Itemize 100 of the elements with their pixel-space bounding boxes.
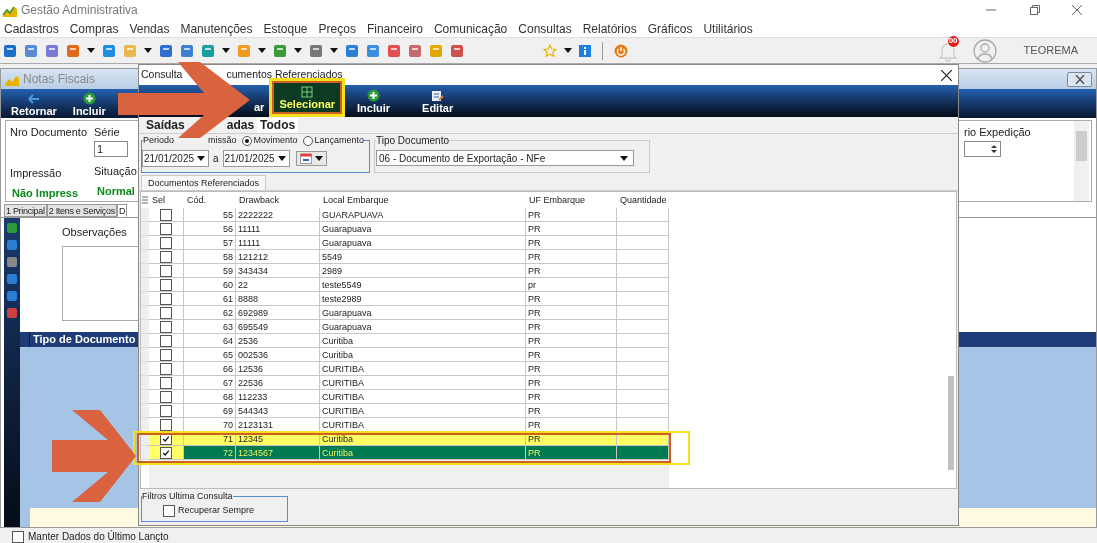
edit-icon[interactable] xyxy=(431,90,445,102)
toolbar-button[interactable]: ar xyxy=(252,101,267,114)
checkbox[interactable] xyxy=(12,530,24,543)
table-row[interactable]: 56 11111 Guarapuava PR xyxy=(141,222,669,236)
dropdown-caret-icon[interactable] xyxy=(277,156,286,161)
table-row[interactable]: 59 343434 2989 PR xyxy=(141,264,669,278)
toolbar-icon[interactable] xyxy=(6,256,18,268)
checkbox[interactable] xyxy=(160,334,172,347)
toolbar-icon[interactable] xyxy=(450,43,464,58)
checkbox[interactable] xyxy=(160,278,172,291)
toolbar-button[interactable]: Selecionar xyxy=(269,78,346,117)
checkbox[interactable] xyxy=(160,418,172,431)
checkbox[interactable] xyxy=(160,348,172,361)
checkbox[interactable] xyxy=(160,362,172,375)
toolbar-icon[interactable] xyxy=(3,43,17,58)
table-row[interactable]: 58 121212 5549 PR xyxy=(141,250,669,264)
spin-field[interactable] xyxy=(964,140,1001,157)
caret-icon[interactable] xyxy=(564,48,572,53)
menu-item[interactable]: Consultas xyxy=(518,19,572,38)
menu-item[interactable]: Gráficos xyxy=(647,19,693,38)
toolbar-icon[interactable] xyxy=(408,43,422,58)
scrollbar-thumb[interactable] xyxy=(1076,131,1087,161)
toolbar-icon[interactable] xyxy=(180,43,194,58)
tab[interactable]: 2 Itens e Serviços xyxy=(46,204,117,217)
checkbox[interactable] xyxy=(160,264,172,277)
table-row[interactable]: 64 2536 Curitiba PR xyxy=(141,334,669,348)
table-row[interactable]: 72 1234567 Curitiba PR xyxy=(141,446,669,460)
checkbox[interactable] xyxy=(160,306,172,319)
table-row[interactable]: 66 12536 CURITIBA PR xyxy=(141,362,669,376)
tab[interactable]: Documentos Referenciados xyxy=(141,175,267,190)
input-field[interactable]: 1 xyxy=(94,140,128,157)
menu-item[interactable]: Comunicação xyxy=(433,19,508,38)
table-row[interactable]: 55 2222222 GUARAPUAVA PR xyxy=(141,208,669,222)
checkbox[interactable] xyxy=(160,292,172,305)
date-field[interactable]: 21/01/2025 xyxy=(142,150,209,167)
menu-item[interactable]: Utilitários xyxy=(703,19,753,38)
select-field[interactable]: 06 - Documento de Exportação - NFe xyxy=(376,150,634,166)
menu-item[interactable]: Relatórios xyxy=(582,19,637,38)
menu-item[interactable]: Manutenções xyxy=(180,19,253,38)
toolbar-icon[interactable] xyxy=(102,43,116,58)
scrollbar-thumb[interactable] xyxy=(948,376,954,470)
scrollbar[interactable] xyxy=(1074,121,1089,201)
radio-button[interactable] xyxy=(241,135,252,146)
plus-icon[interactable] xyxy=(82,92,96,105)
checkbox[interactable] xyxy=(160,236,172,249)
caret-icon[interactable] xyxy=(294,48,302,53)
dropdown-caret-icon[interactable] xyxy=(620,155,628,161)
table-row[interactable]: 61 8888 teste2989 PR xyxy=(141,292,669,306)
tab[interactable]: adas xyxy=(223,118,258,133)
toolbar-button[interactable]: Incluir xyxy=(72,92,106,117)
toolbar-icon[interactable] xyxy=(273,43,287,58)
calendar-icon[interactable] xyxy=(299,153,312,164)
power-icon[interactable] xyxy=(614,43,628,58)
checkbox[interactable] xyxy=(160,208,172,221)
plus-icon[interactable] xyxy=(367,89,381,102)
toolbar-icon[interactable] xyxy=(387,43,401,58)
tab[interactable]: Todos xyxy=(257,118,299,133)
toolbar-icon[interactable] xyxy=(159,43,173,58)
calendar-button[interactable] xyxy=(295,151,327,166)
tab[interactable]: Saídas xyxy=(143,118,188,133)
star-icon[interactable] xyxy=(543,43,557,58)
table-row[interactable]: 57 11111 Guarapuava PR xyxy=(141,236,669,250)
table-row[interactable]: 62 692989 Guarapuava PR xyxy=(141,306,669,320)
toolbar-icon[interactable] xyxy=(6,290,18,302)
checkbox[interactable] xyxy=(160,250,172,263)
toolbar-icon[interactable] xyxy=(66,43,80,58)
info-icon[interactable] xyxy=(579,44,591,57)
table-row[interactable]: 65 002536 Curitiba PR xyxy=(141,348,669,362)
checkbox[interactable] xyxy=(160,446,172,459)
close-icon[interactable] xyxy=(1073,74,1086,84)
dropdown-caret-icon[interactable] xyxy=(197,156,205,161)
checkbox[interactable] xyxy=(160,404,172,417)
spin-arrows-icon[interactable] xyxy=(990,142,998,155)
table-row[interactable]: 68 112233 CURITIBA PR xyxy=(141,390,669,404)
toolbar-icon[interactable] xyxy=(201,43,215,58)
table-row[interactable]: 63 695549 Guarapuava PR xyxy=(141,320,669,334)
toolbar-button[interactable]: Incluir xyxy=(355,89,393,115)
toolbar-icon[interactable] xyxy=(45,43,59,58)
checkbox[interactable] xyxy=(163,504,175,517)
menu-item[interactable]: Preços xyxy=(318,19,356,38)
restore-icon[interactable] xyxy=(1030,5,1040,15)
menu-item[interactable]: Cadastros xyxy=(4,19,59,38)
table-row[interactable]: 60 22 teste5549 pr xyxy=(141,278,669,292)
menu-item[interactable]: Financeiro xyxy=(366,19,423,38)
menu-item[interactable]: Compras xyxy=(69,19,119,38)
menu-item[interactable]: Vendas xyxy=(129,19,170,38)
caret-icon[interactable] xyxy=(330,48,338,53)
toolbar-icon[interactable] xyxy=(6,239,18,251)
toolbar-icon[interactable] xyxy=(6,273,18,285)
checkbox[interactable] xyxy=(160,320,172,333)
table-row[interactable]: 67 22536 CURITIBA PR xyxy=(141,376,669,390)
checkbox[interactable] xyxy=(160,376,172,389)
grid-icon[interactable] xyxy=(301,86,314,98)
checkbox[interactable] xyxy=(160,390,172,403)
back-arrow-icon[interactable] xyxy=(26,93,41,105)
table-row[interactable]: 70 2123131 CURITIBA PR xyxy=(141,418,669,432)
caret-icon[interactable] xyxy=(144,48,152,53)
checkbox[interactable] xyxy=(160,222,172,235)
caret-icon[interactable] xyxy=(87,48,95,53)
tab[interactable]: D xyxy=(116,204,128,217)
